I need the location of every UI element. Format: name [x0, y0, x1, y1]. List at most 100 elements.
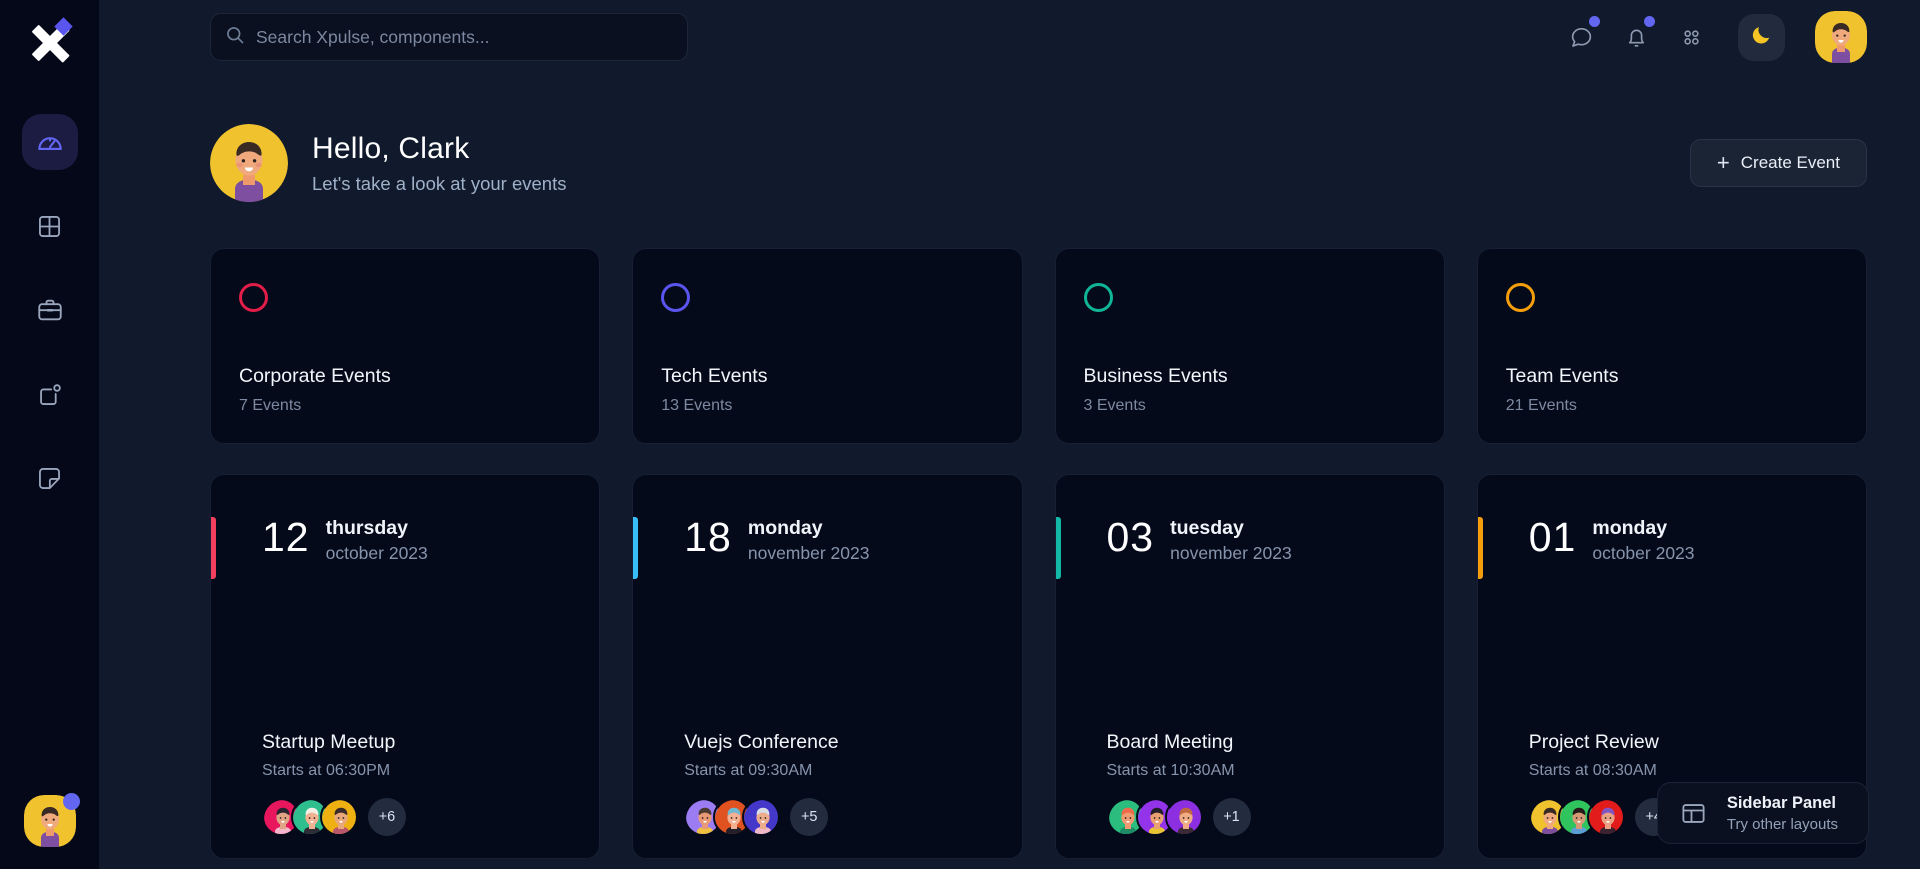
sidebar-item-grid[interactable]	[22, 198, 78, 254]
category-title: Business Events	[1084, 365, 1228, 388]
user-avatar[interactable]	[1815, 11, 1867, 63]
sidebar-panel-toast[interactable]: Sidebar Panel Try other layouts	[1657, 782, 1869, 844]
sidebar-profile-avatar[interactable]	[24, 795, 76, 847]
event-monthyear: november 2023	[1170, 543, 1292, 564]
search-box[interactable]	[210, 13, 688, 61]
status-badge	[63, 793, 80, 810]
event-time: Starts at 09:30AM	[684, 762, 997, 780]
event-time: Starts at 06:30PM	[262, 762, 575, 780]
event-date: 12thursdayoctober 2023	[262, 517, 599, 564]
category-count: 21 Events	[1506, 397, 1577, 415]
page-content: Hello, Clark Let's take a look at your e…	[99, 124, 1920, 859]
event-time: Starts at 10:30AM	[1107, 762, 1420, 780]
event-title: Vuejs Conference	[684, 731, 997, 754]
sidebar-nav	[22, 114, 78, 795]
event-accent-bar	[1056, 517, 1061, 579]
event-info: Project Review Starts at 08:30AM	[1529, 731, 1842, 780]
event-card[interactable]: 03tuesdaynovember 2023Board MeetingStart…	[1055, 474, 1445, 859]
app-root: Hello, Clark Let's take a look at your e…	[0, 0, 1920, 869]
event-date-text: tuesday november 2023	[1170, 517, 1292, 564]
event-attendees: +6	[262, 798, 406, 836]
left-sidebar	[0, 0, 99, 869]
event-date-text: thursday october 2023	[326, 517, 428, 564]
event-time: Starts at 08:30AM	[1529, 762, 1842, 780]
attendee-overflow-count[interactable]: +1	[1213, 798, 1251, 836]
note-alert-icon	[36, 381, 63, 408]
attendee-avatar[interactable]	[320, 798, 358, 836]
event-accent-bar	[633, 517, 638, 579]
create-event-button[interactable]: + Create Event	[1690, 139, 1867, 187]
category-card[interactable]: Team Events 21 Events	[1477, 248, 1867, 444]
attendee-avatar[interactable]	[1165, 798, 1203, 836]
category-title: Team Events	[1506, 365, 1619, 388]
briefcase-icon	[36, 296, 64, 324]
event-info: Startup Meetup Starts at 06:30PM	[262, 731, 575, 780]
event-attendees: +1	[1107, 798, 1251, 836]
category-grid: Corporate Events 7 Events Tech Events13 Ev…	[210, 248, 1867, 444]
event-date-text: mondayoctober 2023	[1592, 517, 1694, 564]
attendee-avatar[interactable]	[1587, 798, 1625, 836]
event-title: Board Meeting	[1107, 731, 1420, 754]
notifications-icon[interactable]	[1622, 23, 1650, 51]
page-title: Hello, Clark	[312, 132, 566, 166]
event-accent-bar	[1478, 517, 1483, 579]
event-info: Vuejs Conference Starts at 09:30AM	[684, 731, 997, 780]
event-date: 18 mondaynovember 2023	[684, 517, 1021, 564]
search-icon	[225, 25, 245, 50]
topbar	[99, 0, 1920, 74]
dark-mode-toggle[interactable]	[1738, 14, 1785, 61]
event-accent-bar	[211, 517, 216, 579]
sidebar-item-sticker[interactable]	[22, 450, 78, 506]
toast-title: Sidebar Panel	[1727, 794, 1836, 812]
notifications-badge	[1644, 16, 1655, 27]
event-card[interactable]: 18 mondaynovember 2023 Vuejs Conference Sta…	[632, 474, 1022, 859]
event-date: 03tuesdaynovember 2023	[1107, 517, 1444, 564]
page-subtitle: Let's take a look at your events	[312, 173, 566, 195]
event-weekday: tuesday	[1170, 517, 1292, 539]
event-day: 18	[684, 517, 732, 558]
category-card[interactable]: Corporate Events 7 Events	[210, 248, 600, 444]
apps-grid-icon[interactable]	[1677, 23, 1705, 51]
toast-subtitle: Try other layouts	[1727, 816, 1838, 833]
greeting-row: Hello, Clark Let's take a look at your e…	[210, 124, 1867, 202]
create-event-label: Create Event	[1741, 153, 1840, 173]
category-title: Corporate Events	[239, 365, 391, 388]
greeting-avatar	[210, 124, 288, 202]
attendee-avatar[interactable]	[742, 798, 780, 836]
event-date-text: mondaynovember 2023	[748, 517, 870, 564]
event-card[interactable]: 12thursdayoctober 2023Startup MeetupStar…	[210, 474, 600, 859]
category-card[interactable]: Tech Events13 Events	[632, 248, 1022, 444]
category-ring-icon	[661, 283, 690, 312]
event-date: 01mondayoctober 2023	[1529, 517, 1866, 564]
category-card[interactable]: Business Events3 Events	[1055, 248, 1445, 444]
sidebar-item-briefcase[interactable]	[22, 282, 78, 338]
plus-icon: +	[1717, 152, 1730, 174]
category-count: 7 Events	[239, 397, 301, 415]
event-attendees: +5	[684, 798, 828, 836]
event-title: Startup Meetup	[262, 731, 575, 754]
toast-text: Sidebar Panel Try other layouts	[1727, 794, 1838, 833]
event-monthyear: october 2023	[326, 543, 428, 564]
gauge-icon	[35, 127, 65, 157]
search-input[interactable]	[256, 27, 673, 48]
event-title: Project Review	[1529, 731, 1842, 754]
messages-icon[interactable]	[1567, 23, 1595, 51]
event-weekday: thursday	[326, 517, 428, 539]
greeting-text: Hello, Clark Let's take a look at your e…	[312, 132, 566, 195]
avatar	[1815, 11, 1867, 63]
sidebar-item-notes[interactable]	[22, 366, 78, 422]
event-weekday: monday	[1592, 517, 1694, 539]
sidebar-item-dashboard[interactable]	[22, 114, 78, 170]
grid-icon	[36, 213, 63, 240]
category-count: 13 Events	[661, 397, 732, 415]
attendee-overflow-count[interactable]: +6	[368, 798, 406, 836]
main-area: Hello, Clark Let's take a look at your e…	[99, 0, 1920, 869]
category-ring-icon	[1506, 283, 1535, 312]
category-ring-icon	[1084, 283, 1113, 312]
event-attendees: +4	[1529, 798, 1673, 836]
moon-icon	[1750, 23, 1773, 51]
sticker-icon	[36, 465, 63, 492]
events-grid: 12thursdayoctober 2023Startup MeetupStar…	[210, 474, 1867, 859]
attendee-overflow-count[interactable]: +5	[790, 798, 828, 836]
xpulse-logo-icon[interactable]	[21, 14, 79, 72]
